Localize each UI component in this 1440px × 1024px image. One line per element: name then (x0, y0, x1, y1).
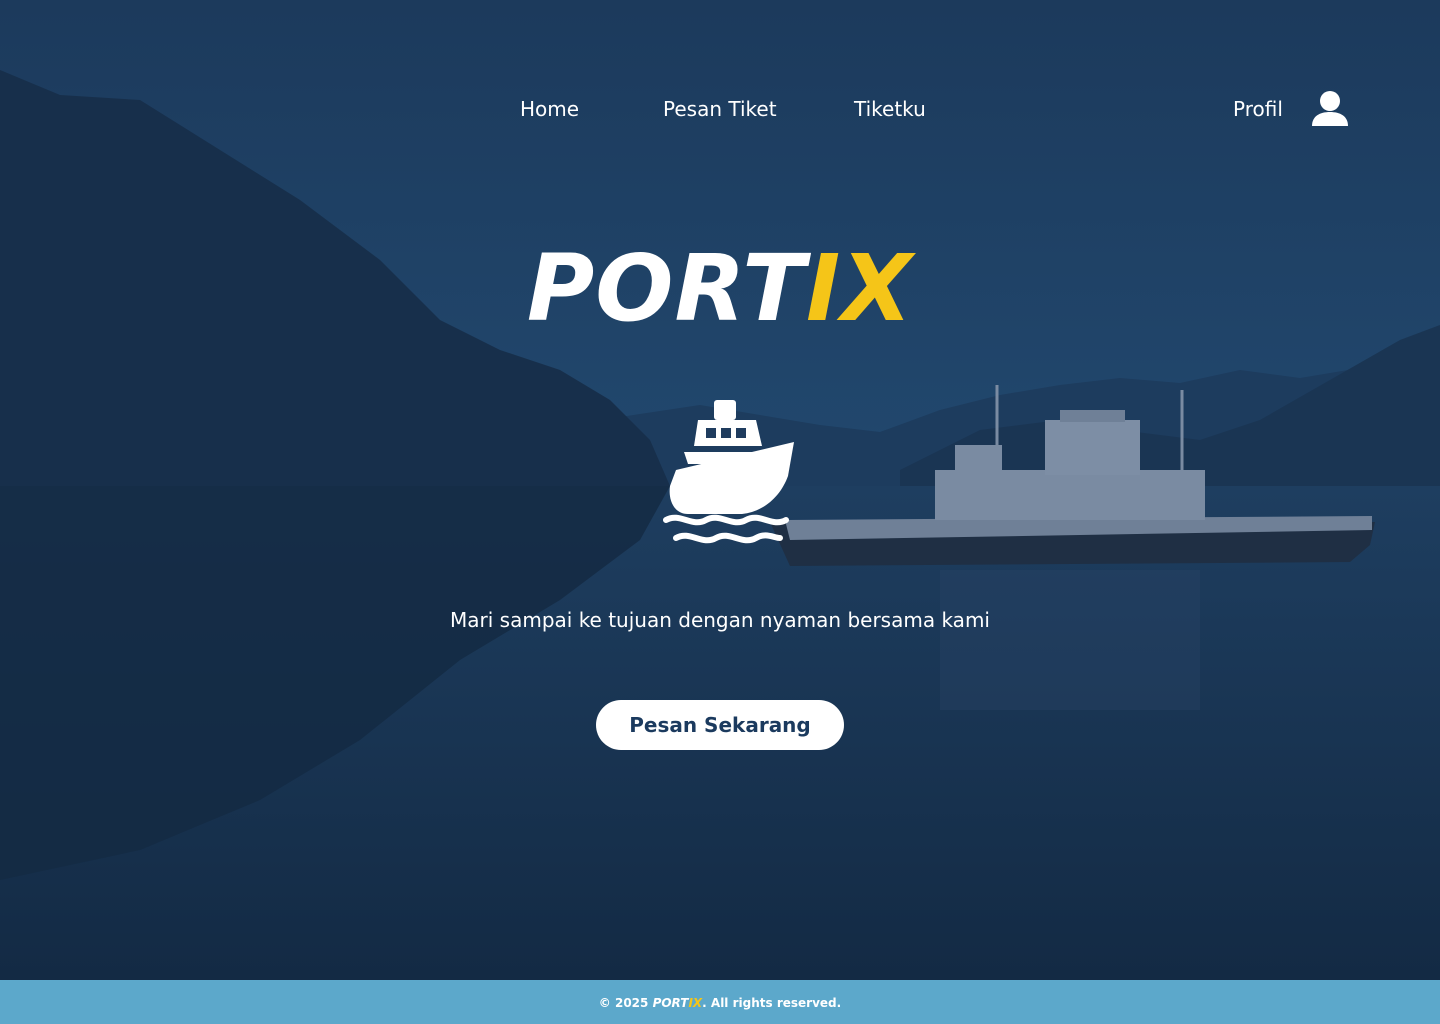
hero-tagline: Mari sampai ke tujuan dengan nyaman bers… (450, 608, 990, 632)
nav-my-tickets-link[interactable]: Tiketku (854, 94, 926, 124)
footer-brand-part-2: IX (688, 996, 703, 1010)
ship-icon (662, 398, 798, 550)
user-icon[interactable] (1310, 90, 1350, 128)
nav-profile-link[interactable]: Profil (1233, 94, 1283, 124)
footer-copyright-prefix: © 2025 (598, 996, 653, 1010)
nav-order-ticket-link[interactable]: Pesan Tiket (663, 94, 777, 124)
brand-logo-text: PORTIX (0, 234, 1440, 344)
footer: © 2025 PORTIX. All rights reserved. (0, 980, 1440, 1024)
landing-page: Home Pesan Tiket Tiketku Profil PORTIX M… (0, 0, 1440, 1024)
order-now-button[interactable]: Pesan Sekarang (596, 700, 844, 750)
nav-home-link[interactable]: Home (520, 94, 579, 124)
brand-part-1: PORT (526, 235, 806, 342)
brand-part-2: IX (805, 235, 914, 342)
footer-rights-text: . All rights reserved. (702, 996, 842, 1010)
footer-brand-part-1: PORT (652, 996, 689, 1010)
